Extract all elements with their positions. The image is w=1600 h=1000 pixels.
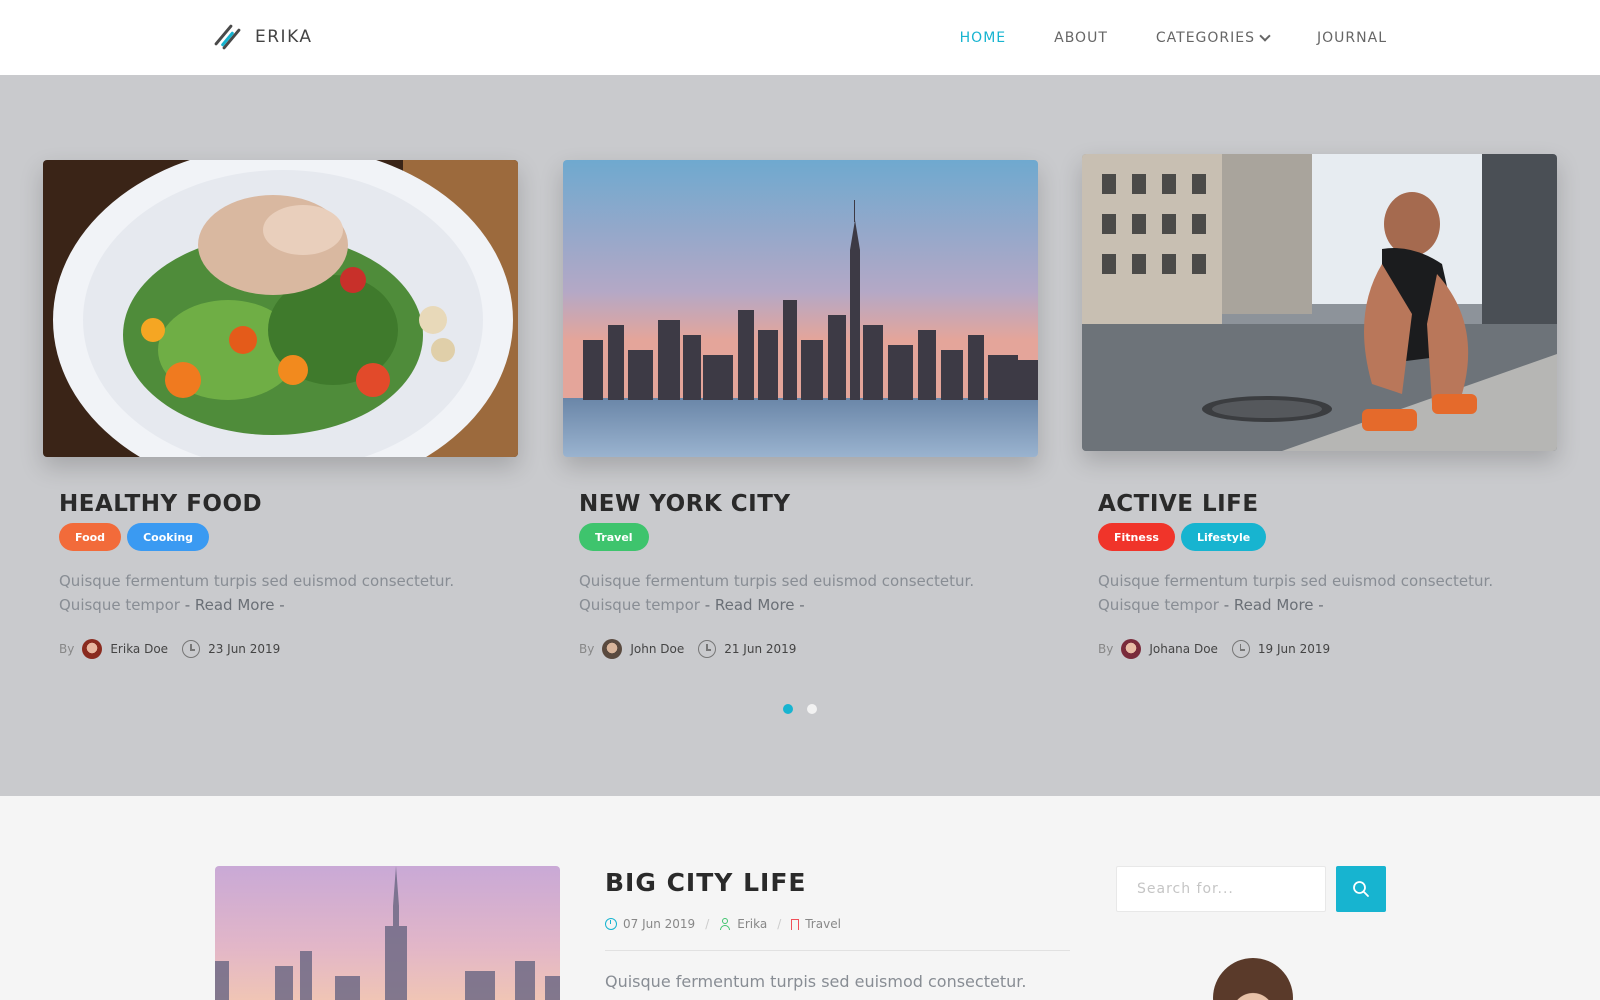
card-title[interactable]: HEALTHY FOOD bbox=[59, 491, 262, 517]
card-excerpt: Quisque fermentum turpis sed euismod con… bbox=[579, 569, 1034, 617]
post-author[interactable]: Erika bbox=[737, 917, 767, 931]
post-date: 21 Jun 2019 bbox=[724, 642, 797, 656]
slider-dot-1[interactable] bbox=[783, 704, 793, 714]
main-nav: HOME ABOUT CATEGORIES JOURNAL bbox=[960, 0, 1387, 75]
search-input[interactable] bbox=[1116, 866, 1326, 912]
logo-text: ERIKA bbox=[255, 27, 313, 47]
author-name[interactable]: Erika Doe bbox=[110, 642, 168, 656]
nav-item-about[interactable]: ABOUT bbox=[1054, 30, 1108, 46]
nav-item-home[interactable]: HOME bbox=[960, 30, 1006, 46]
tag-fitness[interactable]: Fitness bbox=[1098, 523, 1175, 551]
card-title[interactable]: ACTIVE LIFE bbox=[1098, 491, 1259, 517]
read-more-link[interactable]: - Read More - bbox=[1224, 596, 1324, 614]
chevron-down-icon bbox=[1259, 29, 1271, 42]
bookmark-icon bbox=[791, 918, 800, 930]
featured-slider: HEALTHY FOOD Food Cooking Quisque fermen… bbox=[0, 75, 1600, 796]
meta-separator: / bbox=[777, 917, 782, 931]
card-tags: Fitness Lifestyle bbox=[1098, 523, 1267, 551]
author-avatar[interactable] bbox=[602, 639, 623, 659]
author-avatar[interactable] bbox=[1121, 639, 1142, 659]
search-icon bbox=[1353, 881, 1369, 897]
post-date: 19 Jun 2019 bbox=[1257, 642, 1331, 656]
card-image-active-life[interactable] bbox=[1082, 154, 1557, 451]
by-label: By bbox=[579, 642, 595, 656]
post-meta: 07 Jun 2019 / Erika / Travel bbox=[605, 917, 841, 931]
nav-item-categories[interactable]: CATEGORIES bbox=[1155, 29, 1271, 46]
card-image-healthy-food[interactable] bbox=[43, 160, 518, 457]
nav-label: ABOUT bbox=[1054, 29, 1108, 46]
card-image-new-york-city[interactable] bbox=[563, 160, 1038, 457]
divider bbox=[605, 950, 1070, 951]
author-avatar[interactable] bbox=[82, 639, 103, 659]
card-excerpt: Quisque fermentum turpis sed euismod con… bbox=[1098, 569, 1553, 617]
author-profile-avatar[interactable] bbox=[1213, 958, 1293, 1000]
card-tags: Food Cooking bbox=[59, 523, 210, 551]
nav-item-journal[interactable]: JOURNAL bbox=[1317, 30, 1387, 46]
tag-cooking[interactable]: Cooking bbox=[127, 523, 210, 551]
nav-label: JOURNAL bbox=[1317, 29, 1387, 46]
clock-icon bbox=[605, 918, 617, 930]
nav-label: CATEGORIES bbox=[1155, 29, 1256, 46]
site-header: ERIKA HOME ABOUT CATEGORIES JOURNAL bbox=[0, 0, 1600, 75]
tag-food[interactable]: Food bbox=[59, 523, 122, 551]
logo-mark-icon bbox=[213, 20, 247, 54]
post-excerpt: Quisque fermentum turpis sed euismod con… bbox=[605, 972, 1027, 991]
logo[interactable]: ERIKA bbox=[213, 20, 313, 54]
post-date: 23 Jun 2019 bbox=[208, 642, 281, 656]
slider-dot-2[interactable] bbox=[807, 704, 817, 714]
user-icon bbox=[719, 918, 731, 930]
card-meta: By John Doe 21 Jun 2019 bbox=[579, 639, 796, 659]
post-image-big-city-life[interactable] bbox=[215, 866, 560, 1000]
meta-separator: / bbox=[705, 917, 710, 931]
card-tags: Travel bbox=[579, 523, 649, 551]
clock-icon bbox=[698, 640, 717, 658]
clock-icon bbox=[1231, 640, 1250, 658]
read-more-link[interactable]: - Read More - bbox=[185, 596, 285, 614]
post-title[interactable]: BIG CITY LIFE bbox=[605, 868, 806, 897]
card-title[interactable]: NEW YORK CITY bbox=[579, 491, 791, 517]
read-more-link[interactable]: - Read More - bbox=[705, 596, 805, 614]
clock-icon bbox=[182, 640, 201, 658]
author-name[interactable]: John Doe bbox=[630, 642, 684, 656]
card-excerpt: Quisque fermentum turpis sed euismod con… bbox=[59, 569, 514, 617]
nav-label: HOME bbox=[959, 29, 1007, 46]
card-meta: By Johana Doe 19 Jun 2019 bbox=[1098, 639, 1330, 659]
by-label: By bbox=[59, 642, 75, 656]
post-category[interactable]: Travel bbox=[805, 917, 841, 931]
author-name[interactable]: Johana Doe bbox=[1149, 642, 1218, 656]
by-label: By bbox=[1098, 642, 1114, 656]
slider-pagination bbox=[783, 704, 817, 714]
tag-travel[interactable]: Travel bbox=[579, 523, 649, 551]
post-date: 07 Jun 2019 bbox=[623, 917, 696, 931]
search-button[interactable] bbox=[1336, 866, 1386, 912]
tag-lifestyle[interactable]: Lifestyle bbox=[1180, 523, 1267, 551]
card-meta: By Erika Doe 23 Jun 2019 bbox=[59, 639, 280, 659]
